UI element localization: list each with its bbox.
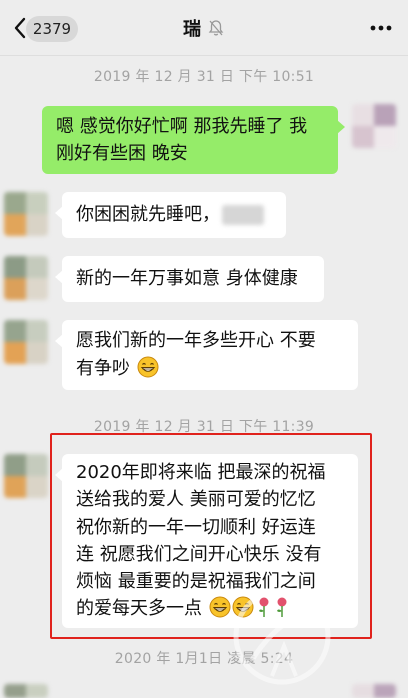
contact-avatar[interactable] [4,684,48,698]
message-text-line: 刚好有些困 晚安 [56,143,188,164]
message-text: 新的一年万事如意 身体健康 [76,268,298,289]
chat-title: 瑞 [183,19,201,40]
contact-avatar[interactable] [4,256,48,300]
contact-avatar[interactable] [4,192,48,236]
outgoing-message[interactable]: 嗯 感觉你好忙啊 那我先睡了 我 刚好有些困 晚安 [42,106,345,174]
message-text-line: 嗯 感觉你好忙啊 那我先睡了 我 [56,116,308,137]
incoming-message[interactable]: 新的一年万事如意 身体健康 [55,256,324,302]
chat-title-area: 瑞 [0,14,408,42]
watermark-logo-icon [233,587,331,685]
redacted-name [222,205,264,225]
incoming-message[interactable]: 你困困就先睡吧， [55,192,286,238]
contact-avatar[interactable] [4,454,48,498]
self-avatar[interactable] [352,684,396,698]
timestamp: 2020 年 1月1日 凌晨 5:24 [114,651,294,667]
incoming-message[interactable]: 愿我们新的一年多些开心 不要 有争吵 [55,320,358,390]
self-avatar[interactable] [352,104,396,148]
more-dots-icon[interactable] [368,18,394,38]
message-text: 你困困就先睡吧， [76,204,220,225]
message-text-line: 有争吵 [76,355,344,383]
timestamp: 2019 年 12 月 31 日 下午 10:51 [93,69,315,85]
chat-header: 2379 瑞 [0,0,408,56]
contact-avatar[interactable] [4,320,48,364]
grin-emoji-icon [137,356,159,378]
message-text-line: 愿我们新的一年多些开心 不要 [76,330,316,351]
message-text: 有争吵 [76,358,130,379]
bell-muted-icon [208,20,224,36]
